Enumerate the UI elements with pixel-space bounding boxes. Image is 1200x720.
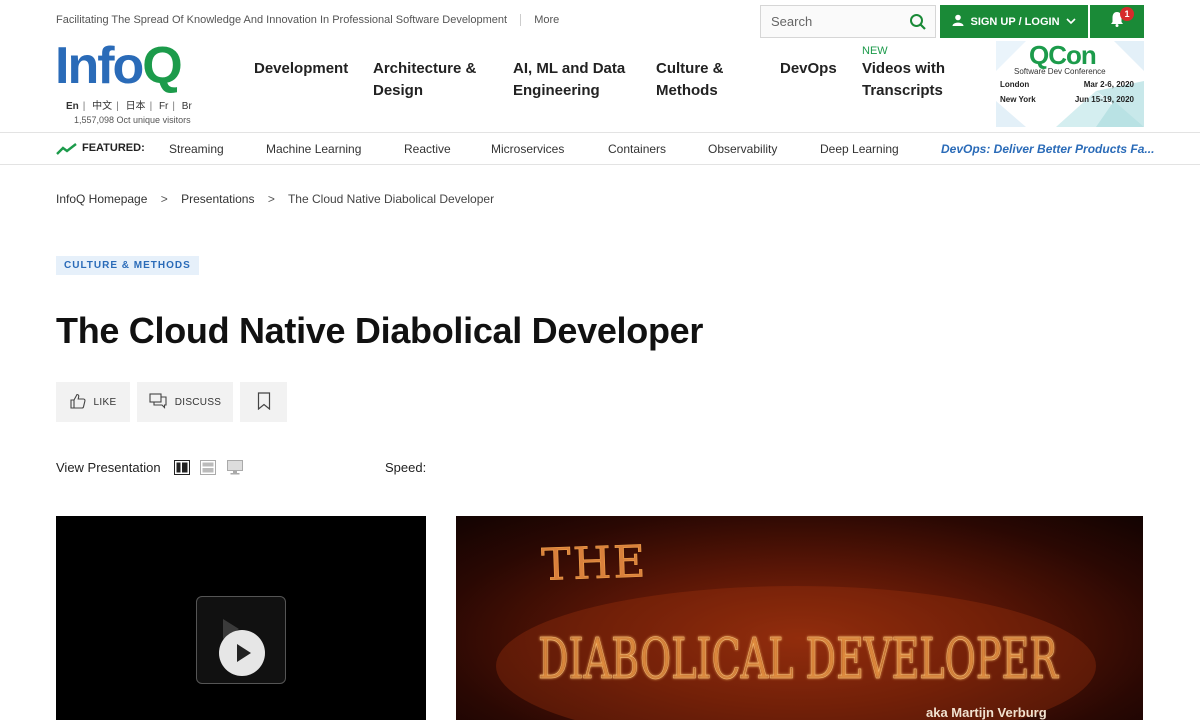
featured-item[interactable]: Deep Learning — [820, 142, 899, 156]
divider — [520, 14, 522, 27]
language-switcher: En | 中文 | 日本 | Fr | Br — [66, 101, 192, 112]
featured-item[interactable]: Containers — [608, 142, 666, 156]
slide-title-top: THE — [541, 536, 649, 591]
discuss-label: DISCUSS — [174, 396, 222, 408]
event-city: London — [1000, 80, 1030, 89]
lang-en[interactable]: En — [66, 101, 79, 112]
like-label: LIKE — [93, 396, 117, 408]
logo-q-text: Q — [142, 37, 182, 95]
play-icon — [237, 644, 251, 662]
new-badge: NEW — [862, 45, 888, 57]
thumbs-up-icon — [69, 393, 86, 412]
event-city: New York — [1000, 95, 1036, 104]
nav-label: Videos with — [862, 60, 946, 77]
nav-label: Architecture & — [373, 60, 477, 77]
notification-badge: 1 — [1120, 7, 1134, 21]
chevron-down-icon — [1065, 16, 1076, 28]
lang-ja[interactable]: 日本 — [126, 101, 146, 112]
featured-bar: FEATURED: Streaming Machine Learning Rea… — [0, 132, 1200, 165]
breadcrumb-separator: > — [160, 192, 168, 206]
featured-item[interactable]: Machine Learning — [266, 142, 361, 156]
like-button[interactable]: LIKE — [56, 382, 130, 422]
slide-caption: aka Martijn Verburg — [926, 705, 1047, 720]
discuss-icon — [149, 392, 167, 412]
slide-title-outline: DIABOLICAL DEVELOPER — [538, 627, 1059, 692]
slides-only-view-icon[interactable] — [200, 460, 216, 475]
nav-label-line2: Design — [373, 82, 424, 99]
fullscreen-view-icon[interactable] — [227, 460, 243, 475]
view-presentation-label: View Presentation — [56, 460, 161, 475]
qcon-subtitle: Software Dev Conference — [1014, 67, 1106, 76]
signup-label: SIGN UP / LOGIN — [970, 15, 1060, 28]
featured-item[interactable]: Observability — [708, 142, 777, 156]
trending-icon — [56, 142, 78, 161]
nav-culture-methods[interactable]: Culture & Methods — [656, 58, 724, 102]
play-button[interactable] — [196, 596, 286, 684]
page-title: The Cloud Native Diabolical Developer — [56, 310, 704, 351]
search-icon[interactable] — [909, 13, 927, 36]
breadcrumb-presentations[interactable]: Presentations — [181, 192, 254, 206]
notifications-button[interactable]: 1 — [1090, 5, 1144, 38]
nav-label: DevOps — [780, 60, 837, 77]
qcon-title: QCon — [1029, 41, 1097, 70]
nav-development[interactable]: Development — [254, 58, 348, 80]
qcon-event-newyork: New York Jun 15-19, 2020 — [1000, 95, 1134, 104]
breadcrumb: InfoQ Homepage > Presentations > The Clo… — [56, 192, 494, 206]
lang-zh[interactable]: 中文 — [92, 101, 112, 112]
discuss-button[interactable]: DISCUSS — [137, 382, 233, 422]
lang-fr[interactable]: Fr — [159, 101, 168, 112]
logo-info-text: Info — [55, 37, 144, 95]
featured-label: FEATURED: — [82, 142, 145, 154]
video-player[interactable] — [56, 516, 426, 720]
breadcrumb-separator: > — [267, 192, 275, 206]
breadcrumb-current: The Cloud Native Diabolical Developer — [287, 192, 495, 206]
nav-videos-transcripts[interactable]: Videos with Transcripts — [862, 58, 945, 102]
more-link[interactable]: More — [534, 14, 559, 26]
search-box — [760, 5, 936, 38]
qcon-banner[interactable]: QCon Software Dev Conference London Mar … — [996, 41, 1144, 127]
signup-login-button[interactable]: SIGN UP / LOGIN — [940, 5, 1088, 38]
tagline-text: Facilitating The Spread Of Knowledge And… — [56, 14, 508, 26]
nav-ai-ml-data[interactable]: AI, ML and Data Engineering — [513, 58, 625, 102]
category-tag[interactable]: CULTURE & METHODS — [56, 256, 199, 275]
nav-label: AI, ML and Data — [513, 60, 626, 77]
event-dates: Mar 2-6, 2020 — [1083, 80, 1134, 89]
user-icon — [952, 14, 964, 29]
search-input[interactable] — [761, 6, 901, 37]
presentation-slide[interactable]: THE DIABOLICAL DEVELOPER DIABOLICAL DEVE… — [456, 516, 1143, 720]
nav-label-line2: Engineering — [513, 82, 600, 99]
play-circle — [219, 630, 265, 676]
nav-devops[interactable]: DevOps — [780, 58, 837, 80]
featured-item[interactable]: Streaming — [169, 142, 224, 156]
featured-item[interactable]: Microservices — [491, 142, 564, 156]
speed-label: Speed: — [385, 460, 427, 475]
nav-architecture-design[interactable]: Architecture & Design — [373, 58, 476, 102]
nav-label-line2: Methods — [656, 82, 718, 99]
lang-br[interactable]: Br — [182, 101, 192, 112]
visitor-count: 1,557,098 Oct unique visitors — [74, 115, 191, 125]
top-bar: Facilitating The Spread Of Knowledge And… — [56, 0, 1144, 40]
tagline: Facilitating The Spread Of Knowledge And… — [56, 14, 559, 27]
featured-promo-link[interactable]: DevOps: Deliver Better Products Fa... — [941, 142, 1154, 156]
bookmark-button[interactable] — [240, 382, 287, 422]
slide-artwork: THE DIABOLICAL DEVELOPER DIABOLICAL DEVE… — [496, 536, 1096, 720]
breadcrumb-home[interactable]: InfoQ Homepage — [56, 192, 147, 206]
event-dates: Jun 15-19, 2020 — [1074, 95, 1134, 104]
nav-label: Culture & — [656, 60, 724, 77]
bookmark-icon — [257, 391, 271, 413]
infoq-logo[interactable]: InfoQ — [55, 37, 183, 95]
featured-item[interactable]: Reactive — [404, 142, 451, 156]
split-view-icon[interactable] — [174, 460, 190, 475]
qcon-event-london: London Mar 2-6, 2020 — [1000, 80, 1134, 89]
nav-label-line2: Transcripts — [862, 82, 943, 99]
nav-label: Development — [254, 60, 349, 77]
